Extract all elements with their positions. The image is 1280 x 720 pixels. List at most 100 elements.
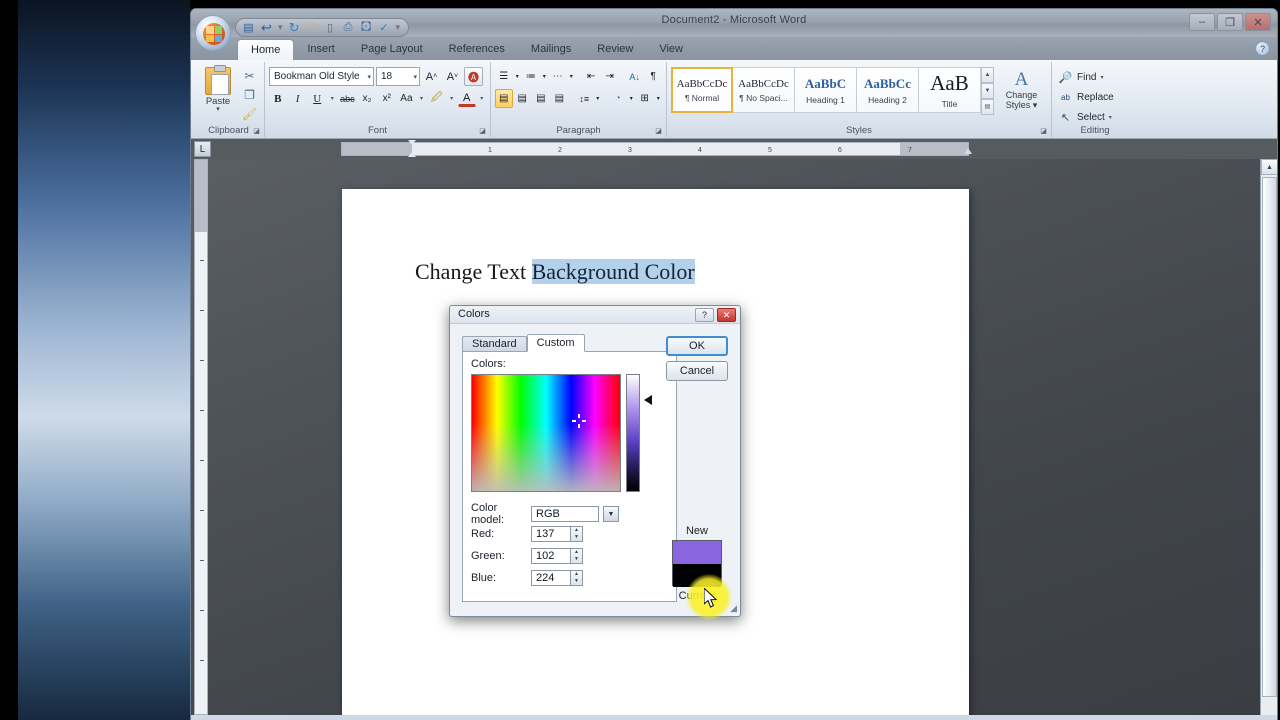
color-model-dropdown-icon[interactable]: ▼	[603, 506, 619, 522]
tab-standard[interactable]: Standard	[462, 336, 527, 352]
color-model-select[interactable]: RGB	[531, 506, 599, 522]
green-input[interactable]: 102	[531, 548, 571, 564]
scroll-up-button[interactable]: ▲	[1261, 159, 1277, 175]
decrease-indent-icon[interactable]: ⇤	[582, 67, 600, 86]
format-painter-icon[interactable]: 🖌	[241, 106, 258, 122]
sort-icon[interactable]: A↓	[626, 67, 644, 86]
font-size-input[interactable]: 18 ▾	[376, 67, 420, 86]
tab-references[interactable]: References	[436, 39, 518, 60]
bold-button[interactable]: B	[269, 89, 287, 108]
copy-icon[interactable]: ❐	[241, 87, 258, 103]
replace-button[interactable]: ab Replace	[1056, 88, 1134, 106]
select-button[interactable]: ↖ Select ▾	[1056, 108, 1134, 126]
print-preview-icon[interactable]: ⎙	[341, 20, 356, 35]
ok-button[interactable]: OK	[666, 336, 728, 356]
office-button[interactable]	[195, 15, 231, 51]
line-spacing-dropdown-icon[interactable]: ▾	[594, 89, 601, 108]
red-input[interactable]: 137	[531, 526, 571, 542]
help-icon[interactable]: ?	[1255, 41, 1270, 56]
font-color-button[interactable]: A	[457, 90, 476, 107]
paragraph-dialog-launcher[interactable]: ◪	[654, 127, 663, 136]
dialog-close-button[interactable]: ✕	[717, 308, 736, 322]
redo-icon[interactable]: ↻	[287, 20, 302, 35]
styles-dialog-launcher[interactable]: ◪	[1039, 127, 1048, 136]
find-dropdown-icon[interactable]: ▾	[1100, 74, 1103, 81]
subscript-button[interactable]: x₂	[358, 89, 376, 108]
font-size-dropdown-icon[interactable]: ▾	[410, 73, 417, 81]
font-name-input[interactable]: Bookman Old Style ▾	[269, 67, 374, 86]
tab-home[interactable]: Home	[237, 39, 295, 60]
dialog-help-button[interactable]: ?	[695, 308, 714, 322]
style-item-no-spacing[interactable]: AaBbCcDc ¶ No Spaci...	[733, 67, 795, 113]
paste-button[interactable]: Paste ▾	[197, 65, 239, 113]
new-document-icon[interactable]: ▯	[323, 20, 338, 35]
font-name-dropdown-icon[interactable]: ▾	[364, 73, 371, 81]
change-case-button[interactable]: Aa	[398, 89, 416, 108]
document-heading-line[interactable]: Change Text Background Color	[415, 259, 695, 285]
align-left-icon[interactable]: ▤	[495, 89, 513, 108]
underline-dropdown-icon[interactable]: ▾	[328, 89, 336, 108]
shrink-font-icon[interactable]: A ˅	[443, 67, 462, 86]
cancel-button[interactable]: Cancel	[666, 361, 728, 381]
increase-indent-icon[interactable]: ⇥	[601, 67, 619, 86]
tab-stop-selector[interactable]: L	[194, 141, 211, 157]
undo-dropdown-icon[interactable]: ▾	[278, 22, 283, 33]
spelling-check-icon[interactable]: ✓	[377, 20, 392, 35]
font-color-dropdown-icon[interactable]: ▾	[478, 89, 486, 108]
right-indent-marker[interactable]	[964, 148, 973, 156]
tab-custom[interactable]: Custom	[526, 334, 585, 352]
find-button[interactable]: 🔎 Find ▾	[1056, 68, 1134, 86]
gallery-more-icon[interactable]: ▤	[981, 99, 994, 115]
tab-mailings[interactable]: Mailings	[518, 39, 584, 60]
minimize-button[interactable]: –	[1189, 13, 1215, 31]
dialog-resize-grip[interactable]: ◢	[730, 603, 737, 614]
indent-markers[interactable]	[408, 139, 417, 159]
save-icon[interactable]: ▤	[241, 20, 256, 35]
numbering-icon[interactable]: ≔	[522, 67, 540, 86]
blue-stepper[interactable]: ▲ ▼	[571, 570, 583, 586]
borders-dropdown-icon[interactable]: ▾	[654, 89, 661, 108]
grow-font-icon[interactable]: A ˄	[422, 67, 441, 86]
scrollbar-thumb[interactable]	[1262, 177, 1277, 697]
multilevel-list-icon[interactable]: ⋯	[549, 67, 567, 86]
paste-dropdown-icon[interactable]: ▾	[216, 106, 220, 113]
gallery-scroll-down-icon[interactable]: ▼	[981, 83, 994, 99]
vertical-scrollbar[interactable]: ▲	[1260, 159, 1277, 715]
tab-insert[interactable]: Insert	[294, 39, 348, 60]
vertical-ruler[interactable]	[194, 159, 208, 715]
horizontal-ruler[interactable]: 1 2 3 4 5 6 7	[341, 142, 969, 156]
text-highlight-dropdown-icon[interactable]: ▾	[447, 89, 455, 108]
customize-qat-icon[interactable]: ▾	[396, 22, 401, 33]
close-button[interactable]: ✕	[1245, 13, 1271, 31]
style-item-normal[interactable]: AaBbCcDc ¶ Normal	[671, 67, 733, 113]
italic-button[interactable]: I	[289, 89, 307, 108]
clipboard-dialog-launcher[interactable]: ◪	[252, 127, 261, 136]
justify-icon[interactable]: ▤	[551, 89, 569, 108]
luminance-slider[interactable]	[626, 374, 640, 492]
font-dialog-launcher[interactable]: ◪	[478, 127, 487, 136]
tab-page-layout[interactable]: Page Layout	[348, 39, 436, 60]
bullets-dropdown-icon[interactable]: ▾	[514, 67, 521, 86]
text-highlight-color-button[interactable]: 🖉	[428, 89, 446, 108]
line-spacing-icon[interactable]: ↕≡	[576, 89, 594, 108]
change-case-dropdown-icon[interactable]: ▾	[417, 89, 425, 108]
superscript-button[interactable]: x²	[378, 89, 396, 108]
change-styles-button[interactable]: A Change Styles ▾	[996, 67, 1047, 111]
cut-icon[interactable]: ✂	[241, 68, 258, 84]
numbering-dropdown-icon[interactable]: ▾	[541, 67, 548, 86]
style-item-title[interactable]: AaB Title	[919, 67, 981, 113]
open-icon[interactable]: 🗁	[305, 20, 320, 35]
color-gradient-picker[interactable]	[471, 374, 621, 492]
restore-button[interactable]: ❐	[1217, 13, 1243, 31]
style-item-heading-2[interactable]: AaBbCc Heading 2	[857, 67, 919, 113]
shading-icon[interactable]: ◔	[609, 89, 627, 108]
luminance-slider-arrow[interactable]	[644, 395, 652, 405]
clear-formatting-icon[interactable]: 🅐	[464, 67, 483, 86]
tab-review[interactable]: Review	[584, 39, 646, 60]
style-item-heading-1[interactable]: AaBbC Heading 1	[795, 67, 857, 113]
align-center-icon[interactable]: ▤	[514, 89, 532, 108]
undo-icon[interactable]: ↩	[259, 20, 274, 35]
blue-input[interactable]: 224	[531, 570, 571, 586]
show-formatting-marks-icon[interactable]: ¶	[644, 67, 662, 86]
red-stepper[interactable]: ▲ ▼	[571, 526, 583, 542]
